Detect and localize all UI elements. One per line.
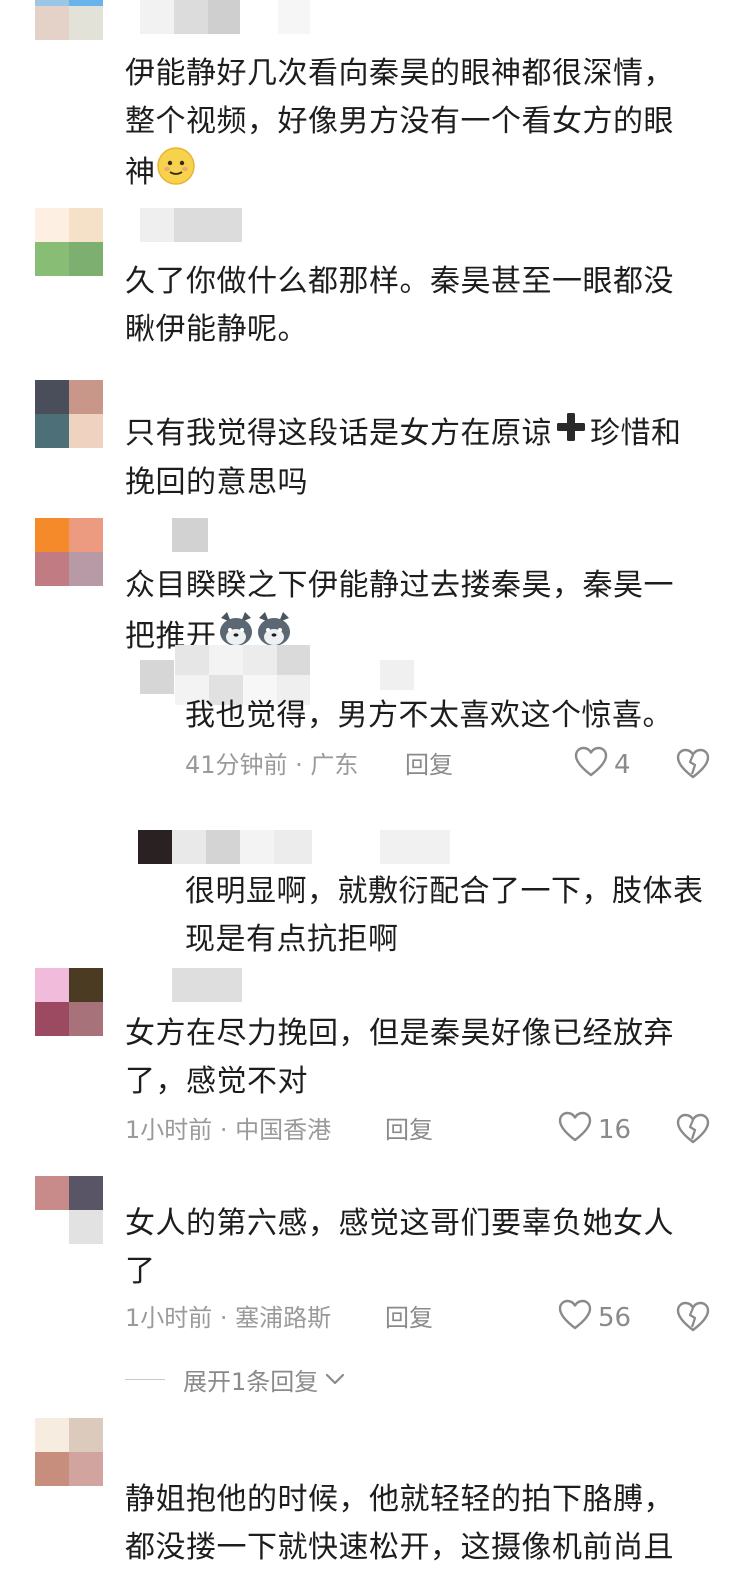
avatar[interactable] bbox=[35, 518, 103, 586]
reply-avatar-blurred[interactable] bbox=[138, 830, 172, 864]
broken-heart-icon bbox=[676, 1113, 710, 1149]
comment-time-location: 41分钟前 · 广东 bbox=[185, 751, 359, 779]
dislike-button[interactable] bbox=[676, 1301, 710, 1335]
like-button[interactable]: 4 bbox=[574, 745, 631, 785]
like-count: 4 bbox=[614, 750, 631, 780]
reply-button[interactable]: 回复 bbox=[385, 1110, 433, 1150]
username-blurred[interactable] bbox=[172, 968, 242, 1002]
broken-heart-icon bbox=[676, 748, 710, 784]
heart-icon bbox=[558, 1111, 592, 1150]
like-button[interactable]: 56 bbox=[558, 1298, 631, 1338]
dislike-button[interactable] bbox=[676, 1113, 710, 1147]
username-blurred[interactable] bbox=[140, 0, 240, 34]
comment-text: 女方在尽力挽回，但是秦昊好像已经放弃 了，感觉不对 bbox=[125, 1016, 674, 1099]
avatar[interactable] bbox=[35, 0, 103, 40]
avatar[interactable] bbox=[35, 1418, 103, 1486]
avatar[interactable] bbox=[35, 208, 103, 276]
avatar[interactable] bbox=[35, 1176, 103, 1244]
divider bbox=[125, 1378, 165, 1380]
username-blurred bbox=[380, 660, 414, 690]
avatar[interactable] bbox=[35, 380, 103, 448]
chevron-down-icon bbox=[324, 1365, 346, 1393]
comment-text: 静姐抱他的时候，他就轻轻的拍下胳膊， 都没搂一下就快速松开，这摄像机前尚且 bbox=[125, 1482, 674, 1565]
reply-button[interactable]: 回复 bbox=[385, 1298, 433, 1338]
expand-replies-label: 展开1条回复 bbox=[183, 1367, 319, 1396]
username-blurred[interactable] bbox=[172, 830, 312, 864]
broken-heart-icon bbox=[676, 1301, 710, 1337]
comment-time-location: 1小时前 · 中国香港 bbox=[125, 1116, 332, 1144]
avatar[interactable] bbox=[35, 968, 103, 1036]
comment-text: 伊能静好几次看向秦昊的眼神都很深情， 整个视频，好像男方没有一个看女方的眼 神 bbox=[125, 50, 725, 201]
heart-icon bbox=[558, 1299, 592, 1338]
username-blurred[interactable] bbox=[140, 208, 242, 242]
like-count: 16 bbox=[598, 1115, 632, 1145]
dislike-button[interactable] bbox=[676, 748, 710, 782]
reply-text: 很明显啊，就敷衍配合了一下，肢体表 现是有点抗拒啊 bbox=[185, 874, 704, 957]
comment-text: 久了你做什么都那样。秦昊甚至一眼都没 瞅伊能静呢。 bbox=[125, 264, 674, 347]
heavy-plus-icon bbox=[554, 410, 588, 459]
like-button[interactable]: 16 bbox=[558, 1110, 631, 1150]
reply-button[interactable]: 回复 bbox=[405, 745, 453, 785]
username-blurred[interactable] bbox=[172, 518, 208, 552]
reply-avatar-blurred[interactable] bbox=[140, 660, 174, 694]
comment-text: 女人的第六感，感觉这哥们要辜负她女人 了 bbox=[125, 1206, 674, 1289]
reply-text: 我也觉得，男方不太喜欢这个惊喜。 bbox=[185, 698, 673, 733]
expand-replies-button[interactable]: 展开1条回复 bbox=[125, 1362, 346, 1396]
comment-time-location: 1小时前 · 塞浦路斯 bbox=[125, 1304, 332, 1332]
username-blurred bbox=[278, 0, 310, 34]
like-count: 56 bbox=[598, 1303, 632, 1333]
heart-icon bbox=[574, 746, 608, 785]
smile-emoji-icon bbox=[156, 146, 196, 201]
username-blurred bbox=[380, 830, 450, 864]
comment-text: 只有我觉得这段话是女方在原谅 珍惜和 挽回的意思吗 bbox=[125, 410, 735, 507]
